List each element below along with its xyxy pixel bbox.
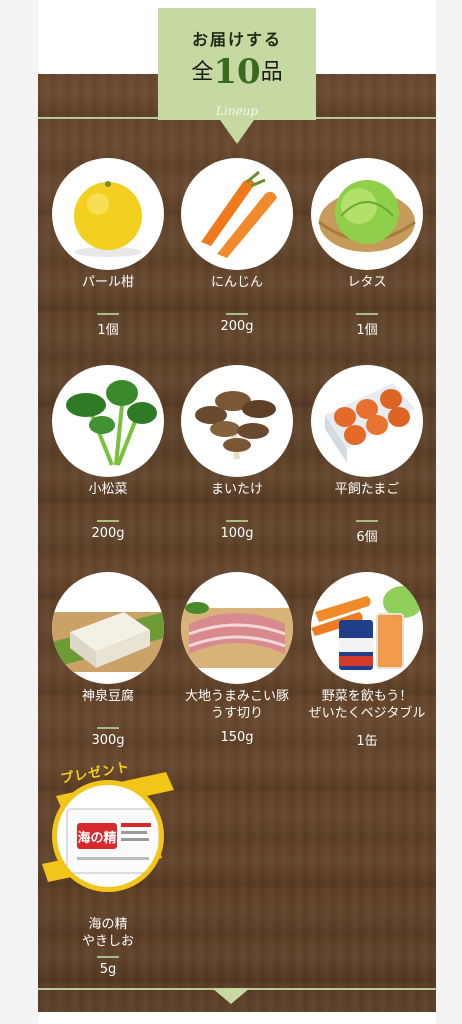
- product-card-lettuce[interactable]: レタス 1個: [302, 158, 432, 338]
- product-qty: 1個: [356, 323, 378, 338]
- product-qty: 1缶: [356, 734, 378, 749]
- salt-pack-icon: 海の精: [66, 808, 159, 874]
- product-card-eggs[interactable]: 平飼たまご 6個: [302, 365, 432, 545]
- count-prefix: 全: [191, 60, 214, 85]
- product-photo: [181, 572, 293, 684]
- qty-divider: [97, 727, 119, 729]
- product-photo: [181, 158, 293, 270]
- product-card-carrot[interactable]: にんじん 200g: [172, 158, 302, 334]
- pork-icon: [181, 602, 293, 668]
- product-name: 大地うまみこい豚 うす切り: [172, 688, 302, 722]
- product-photo: [311, 365, 423, 477]
- qty-divider: [226, 313, 248, 315]
- package-label: 海の精: [77, 830, 116, 846]
- product-card-maitake[interactable]: まいたけ 100g: [172, 365, 302, 541]
- eggs-icon: [325, 383, 415, 463]
- badge-title: お届けする: [191, 30, 282, 49]
- maitake-icon: [195, 391, 276, 460]
- product-name-line2: うす切り: [210, 706, 263, 721]
- product-photo: [52, 158, 164, 270]
- present-qty: 5g: [99, 962, 117, 977]
- qty-divider: [97, 520, 119, 522]
- qty-divider: [97, 956, 119, 958]
- tofu-icon: [52, 612, 164, 672]
- product-qty: 100g: [220, 526, 254, 541]
- present-name-line2: やきしお: [81, 934, 134, 949]
- product-name: 海の精 やきしお: [43, 916, 173, 950]
- product-name-line1: 野菜を飲もう！: [321, 689, 413, 704]
- badge-count: 全10品: [158, 52, 316, 92]
- qty-divider: [356, 313, 378, 315]
- product-photo: [52, 572, 164, 684]
- count-suffix: 品: [260, 60, 283, 85]
- komatsuna-icon: [66, 380, 157, 466]
- product-name: 野菜を飲もう！ ぜいたくベジタブル: [302, 688, 432, 722]
- product-qty: 6個: [356, 530, 378, 545]
- citrus-icon: [74, 181, 142, 257]
- product-name: 小松菜: [88, 482, 128, 497]
- chevron-down-icon: [212, 988, 250, 1004]
- vegetable-juice-icon: [311, 586, 423, 670]
- present-name-line1: 海の精: [88, 917, 128, 932]
- product-photo: [311, 572, 423, 684]
- product-name-line1: 大地うまみこい豚: [184, 689, 289, 704]
- product-photo: [311, 158, 423, 270]
- carrot-icon: [201, 170, 277, 258]
- qty-divider: [97, 313, 119, 315]
- product-photo: 海の精: [52, 780, 164, 892]
- product-name: 平飼たまご: [334, 482, 400, 497]
- lettuce-icon: [318, 180, 416, 252]
- product-name: 神泉豆腐: [81, 689, 134, 704]
- lineup-badge: お届けする 全10品 Lineup: [158, 8, 316, 154]
- bottom-strip: [38, 1012, 436, 1024]
- present-card-salt[interactable]: 海の精 海の精 やきしお 5g: [43, 780, 173, 977]
- product-name: まいたけ: [210, 482, 263, 497]
- product-card-vegetable-juice[interactable]: 野菜を飲もう！ ぜいたくベジタブル 1缶: [302, 572, 432, 749]
- count-number: 10: [213, 52, 261, 92]
- product-card-komatsuna[interactable]: 小松菜 200g: [43, 365, 173, 541]
- product-qty: 200g: [220, 319, 254, 334]
- product-qty: 150g: [220, 730, 254, 745]
- badge-subtitle: Lineup: [215, 104, 259, 118]
- product-card-pork[interactable]: 大地うまみこい豚 うす切り 150g: [172, 572, 302, 745]
- product-qty: 1個: [97, 323, 119, 338]
- product-name-line2: ぜいたくベジタブル: [308, 706, 426, 721]
- qty-divider: [226, 520, 248, 522]
- product-card-pearl-citrus[interactable]: パール柑 1個: [43, 158, 173, 338]
- product-photo: [181, 365, 293, 477]
- product-name: パール柑: [81, 275, 134, 290]
- product-photo: [52, 365, 164, 477]
- product-qty: 200g: [91, 526, 125, 541]
- divider-right: [300, 117, 436, 119]
- qty-divider: [356, 520, 378, 522]
- product-name: にんじん: [210, 275, 263, 290]
- product-qty: 300g: [91, 733, 125, 748]
- product-name: レタス: [347, 275, 387, 290]
- divider-left: [38, 117, 158, 119]
- product-card-tofu[interactable]: 神泉豆腐 300g: [43, 572, 173, 748]
